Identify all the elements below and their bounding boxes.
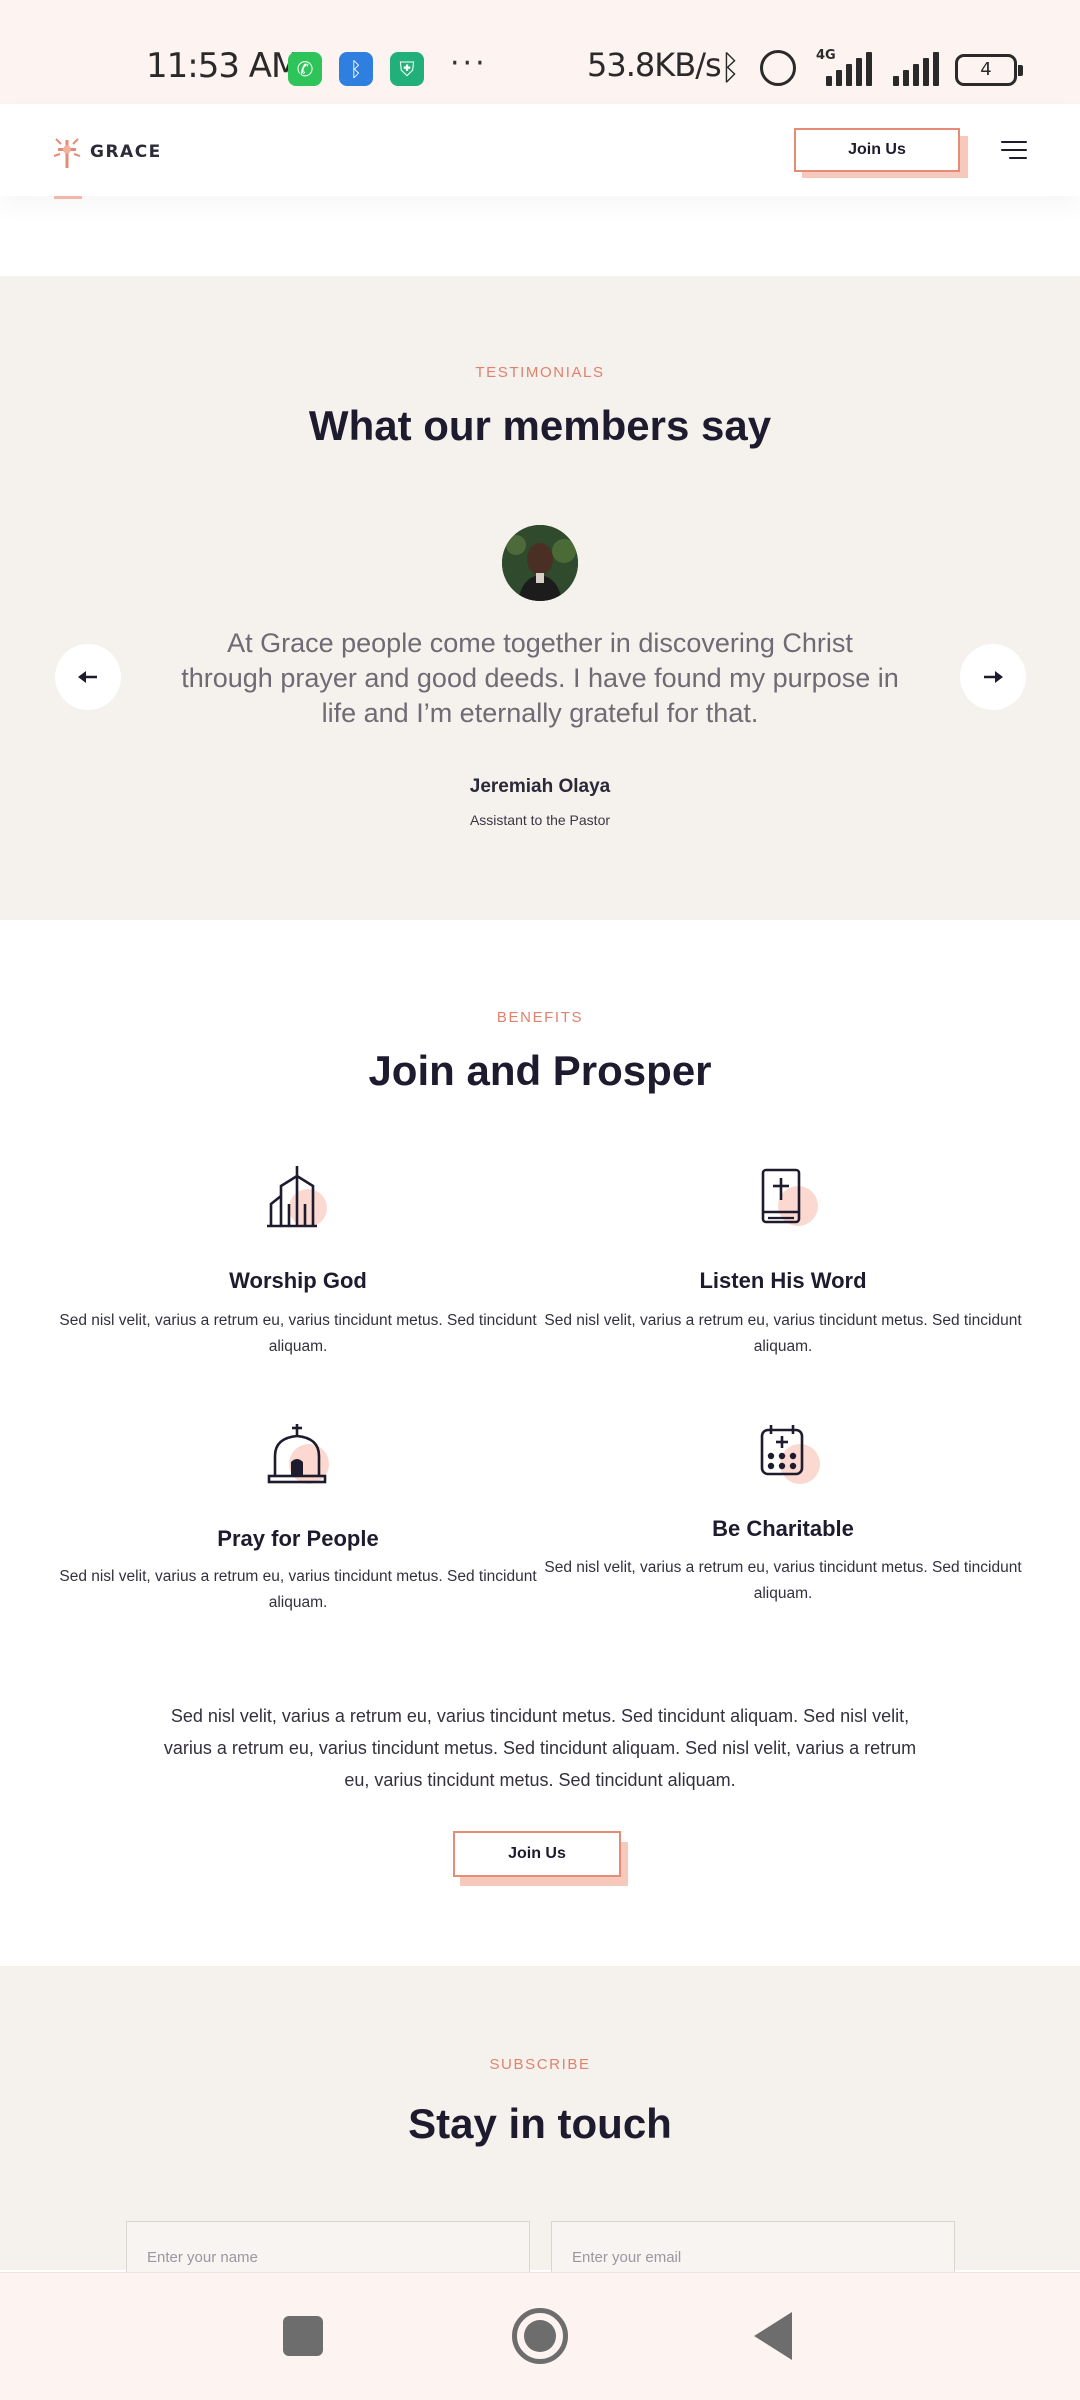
header-join-button[interactable]: Join Us (794, 128, 960, 172)
subscribe-title: Stay in touch (408, 2100, 672, 2147)
testimonial-prev-button[interactable] (55, 644, 121, 710)
logo-icon (53, 138, 81, 168)
benefit-desc: Sed nisl velit, varius a retrum eu, vari… (544, 1559, 1022, 1602)
benefit-title: Worship God (229, 1268, 367, 1293)
testimonials-title: What our members say (308, 402, 772, 449)
testimonial-quote: At Grace people come together in discove… (181, 628, 899, 728)
testimonials-eyebrow: TESTIMONIALS (475, 364, 605, 381)
subscribe-eyebrow: SUBSCRIBE (489, 2056, 591, 2073)
email-input[interactable]: Enter your email (551, 2221, 955, 2277)
alarm-icon (760, 50, 796, 86)
benefit-title: Pray for People (217, 1526, 379, 1551)
benefit-desc: Sed nisl velit, varius a retrum eu, vari… (59, 1312, 537, 1355)
signal-icon-2 (893, 52, 939, 86)
benefit-title: Be Charitable (712, 1516, 854, 1541)
avatar (502, 525, 578, 601)
whatsapp-icon: ✆ (288, 52, 322, 86)
home-button[interactable] (512, 2308, 568, 2364)
bluetooth-icon: ᛒ (720, 48, 741, 88)
signal-icon (826, 52, 872, 86)
benefits-eyebrow: BENEFITS (496, 1009, 584, 1026)
benefits-paragraph: Sed nisl velit, varius a retrum eu, vari… (163, 1706, 917, 1790)
more-notifications-icon: ··· (450, 46, 488, 81)
church-building-icon (267, 1166, 327, 1228)
status-time: 11:53 AM (146, 46, 300, 86)
divider-accent (54, 196, 82, 199)
benefit-title: Listen His Word (699, 1268, 867, 1293)
testimonial-role: Assistant to the Pastor (469, 812, 611, 828)
arrow-left-icon (78, 671, 97, 683)
hamburger-menu-icon[interactable] (1001, 141, 1027, 161)
status-bar: 11:53 AM ✆ ᛒ ⛨ ··· 53.8KB/s ᛒ 4G 4 (0, 0, 1080, 104)
bible-icon (761, 1168, 818, 1226)
chapel-icon (267, 1424, 329, 1484)
vpn-shield-icon: ⛨ (390, 52, 424, 86)
benefit-desc: Sed nisl velit, varius a retrum eu, vari… (59, 1568, 537, 1611)
battery-icon: 4 (955, 54, 1023, 86)
benefit-desc: Sed nisl velit, varius a retrum eu, vari… (544, 1312, 1022, 1355)
recent-apps-button[interactable] (283, 2316, 323, 2356)
logo-text: GRACE (90, 142, 162, 162)
arrow-right-icon (984, 671, 1003, 683)
benefits-title: Join and Prosper (368, 1047, 712, 1094)
back-button[interactable] (754, 2312, 792, 2360)
benefits-join-button[interactable]: Join Us (453, 1831, 621, 1877)
testimonial-author: Jeremiah Olaya (469, 776, 611, 797)
testimonial-next-button[interactable] (960, 644, 1026, 710)
name-input[interactable]: Enter your name (126, 2221, 530, 2277)
network-speed: 53.8KB/s (587, 46, 722, 84)
calendar-icon (760, 1425, 820, 1484)
bluetooth-app-icon: ᛒ (339, 52, 373, 86)
